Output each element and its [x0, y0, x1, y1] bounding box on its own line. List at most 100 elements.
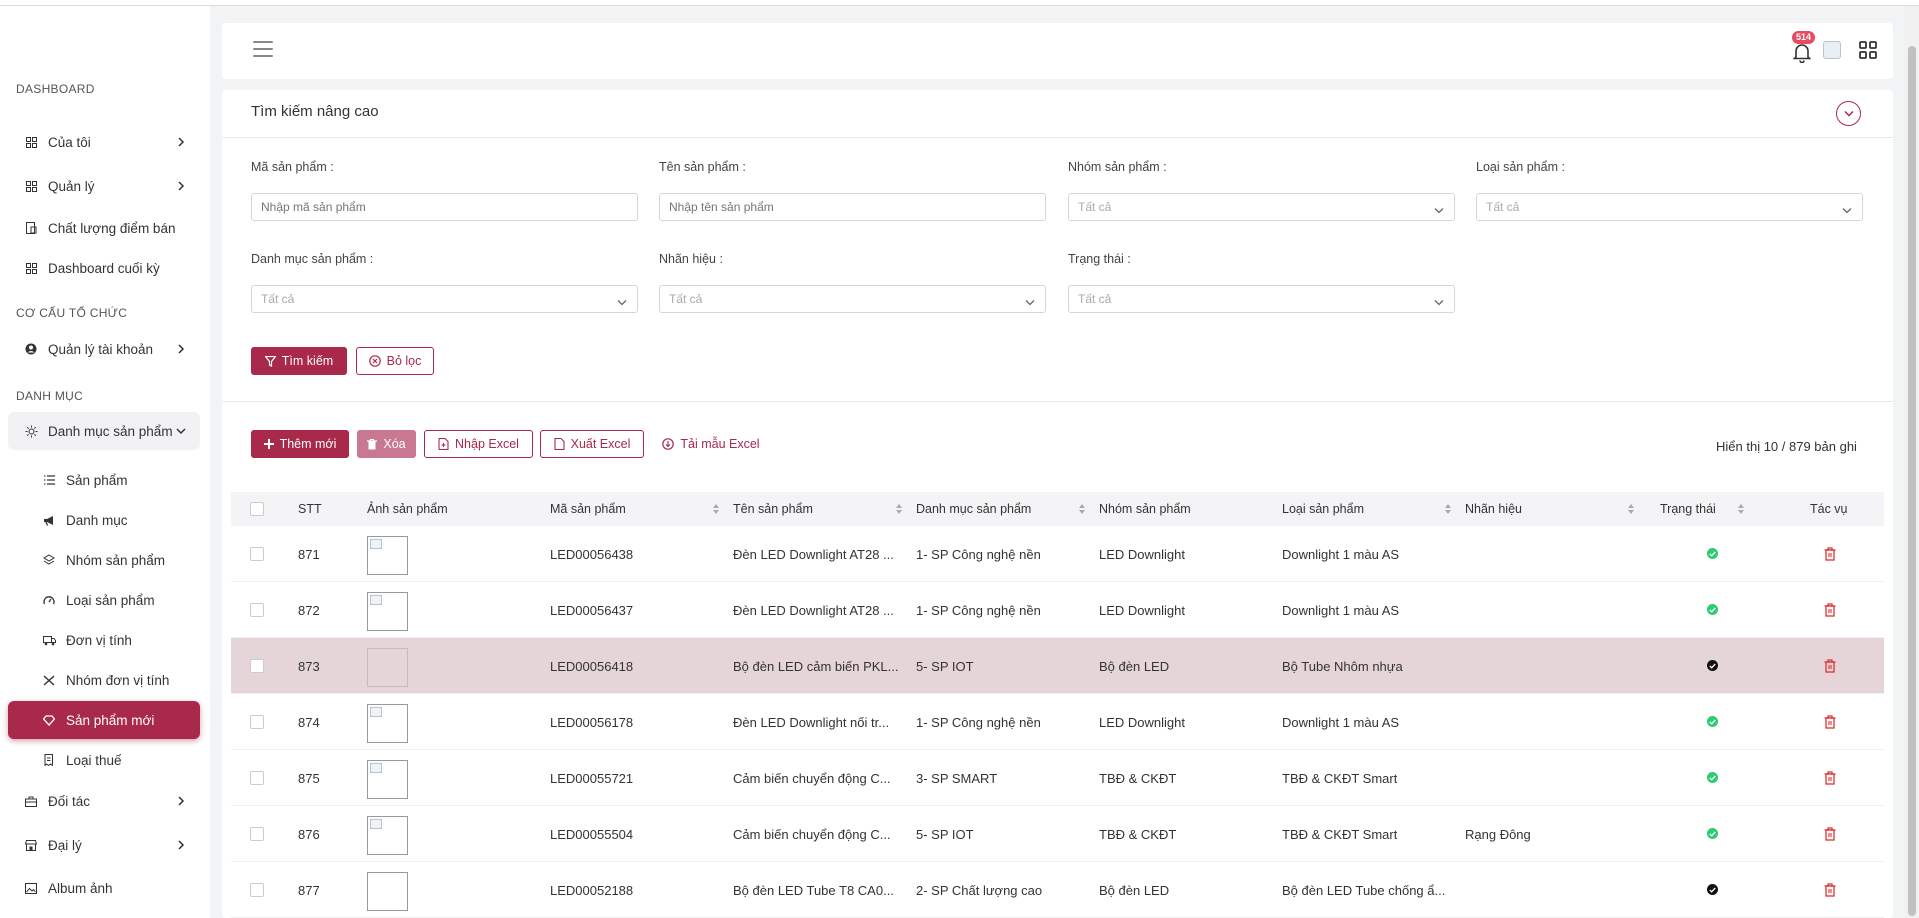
sidebar-item-album-anh[interactable]: Album ảnh: [8, 869, 200, 907]
sidebar-item-cua-toi[interactable]: Của tôi: [8, 123, 200, 161]
product-thumbnail[interactable]: [367, 648, 408, 687]
sidebar-section-co-cau-to-chuc: CƠ CẤU TỔ CHỨC: [16, 306, 128, 320]
import-excel-button[interactable]: Nhập Excel: [424, 430, 533, 458]
product-thumbnail[interactable]: [367, 592, 408, 631]
chevron-down-icon: [1842, 203, 1852, 217]
delete-row-icon[interactable]: [1824, 771, 1836, 785]
scrollbar[interactable]: [1905, 6, 1919, 918]
sidebar-item-doi-tac[interactable]: Đối tác: [8, 782, 200, 820]
sort-icon[interactable]: [1444, 503, 1452, 515]
row-checkbox[interactable]: [250, 603, 264, 617]
product-thumbnail[interactable]: [367, 760, 408, 799]
delete-row-icon[interactable]: [1824, 547, 1836, 561]
divider: [222, 137, 1893, 138]
product-thumbnail[interactable]: [367, 816, 408, 855]
cell-name: Đèn LED Downlight AT28 ...: [733, 602, 894, 618]
scrollbar-thumb[interactable]: [1908, 46, 1916, 916]
row-checkbox[interactable]: [250, 715, 264, 729]
sort-icon[interactable]: [895, 503, 903, 515]
column-header-name[interactable]: Tên sản phẩm: [733, 492, 813, 526]
cell-name: Bộ đèn LED Tube T8 CA0...: [733, 882, 894, 898]
column-header-category[interactable]: Danh mục sản phẩm: [916, 492, 1031, 526]
bell-icon[interactable]: [1791, 41, 1813, 64]
table-row[interactable]: 874 LED00056178 Đèn LED Downlight nối tr..…: [231, 694, 1884, 750]
sidebar-item-san-pham-moi[interactable]: Sản phẩm mới: [8, 701, 200, 739]
avatar[interactable]: [1823, 41, 1841, 59]
status-active-icon: [1707, 604, 1718, 615]
broken-image-icon: [370, 819, 382, 829]
cell-type: Downlight 1 màu AS: [1282, 714, 1400, 730]
sort-icon[interactable]: [1627, 503, 1635, 515]
download-template-button[interactable]: Tải mẫu Excel: [655, 430, 767, 458]
brand-select[interactable]: Tất cả: [659, 285, 1046, 313]
delete-row-icon[interactable]: [1824, 659, 1836, 673]
delete-row-icon[interactable]: [1824, 827, 1836, 841]
product-thumbnail[interactable]: [367, 536, 408, 575]
row-checkbox[interactable]: [250, 883, 264, 897]
row-checkbox[interactable]: [250, 547, 264, 561]
product-group-select[interactable]: Tất cả: [1068, 193, 1455, 221]
product-name-input[interactable]: [659, 193, 1046, 221]
sort-icon[interactable]: [712, 503, 720, 515]
product-thumbnail[interactable]: [367, 872, 408, 911]
top-header: 514: [222, 23, 1893, 79]
column-header-status[interactable]: Trạng thái: [1660, 492, 1716, 526]
cell-code: LED00056438: [550, 546, 634, 562]
cell-category: 1- SP Công nghệ nền: [916, 714, 1041, 730]
row-checkbox[interactable]: [250, 771, 264, 785]
column-header-brand[interactable]: Nhãn hiệu: [1465, 492, 1522, 526]
sidebar-item-san-pham[interactable]: Sản phẩm: [8, 461, 200, 499]
export-excel-button[interactable]: Xuất Excel: [540, 430, 644, 458]
table-row[interactable]: 876 LED00055504 Cảm biến chuyển động C... 5…: [231, 806, 1884, 862]
sidebar-item-nhom-san-pham[interactable]: Nhóm sản phẩm: [8, 541, 200, 579]
product-category-select[interactable]: Tất cả: [251, 285, 638, 313]
cell-stt: 871: [298, 546, 320, 562]
product-code-input[interactable]: [251, 193, 638, 221]
sort-icon[interactable]: [1078, 503, 1086, 515]
table-row[interactable]: 872 LED00056437 Đèn LED Downlight AT28 ...…: [231, 582, 1884, 638]
add-button-label: Thêm mới: [279, 437, 337, 451]
sidebar-item-dai-ly[interactable]: Đại lý: [8, 826, 200, 864]
delete-row-icon[interactable]: [1824, 715, 1836, 729]
sidebar-item-loai-san-pham[interactable]: Loại sản phẩm: [8, 581, 200, 619]
sidebar-item-quan-ly-tai-khoan[interactable]: Quản lý tài khoản: [8, 330, 200, 368]
chevron-right-icon: [174, 794, 188, 808]
dashboard-grid-icon: [24, 135, 38, 149]
apps-grid-icon[interactable]: [1858, 40, 1878, 60]
download-circle-icon: [662, 438, 675, 450]
broken-image-icon: [370, 763, 382, 773]
column-header-code[interactable]: Mã sản phẩm: [550, 492, 626, 526]
column-header-stt: STT: [298, 502, 322, 516]
sidebar-item-quan-ly[interactable]: Quản lý: [8, 167, 200, 205]
table-row[interactable]: 875 LED00055721 Cảm biến chuyển động C... 3…: [231, 750, 1884, 806]
chevron-right-icon: [174, 135, 188, 149]
search-button[interactable]: Tìm kiếm: [251, 347, 347, 375]
product-thumbnail[interactable]: [367, 704, 408, 743]
status-select[interactable]: Tất cả: [1068, 285, 1455, 313]
sidebar-item-don-vi-tinh[interactable]: Đơn vị tính: [8, 621, 200, 659]
row-checkbox[interactable]: [250, 659, 264, 673]
collapse-search-button[interactable]: [1836, 101, 1861, 126]
sidebar-item-dashboard-cuoi-ky[interactable]: Dashboard cuối kỳ: [8, 249, 200, 287]
delete-row-icon[interactable]: [1824, 603, 1836, 617]
hamburger-menu-icon[interactable]: [253, 41, 273, 57]
product-type-select[interactable]: Tất cả: [1476, 193, 1863, 221]
row-checkbox[interactable]: [250, 827, 264, 841]
select-all-checkbox[interactable]: [250, 502, 264, 516]
table-row[interactable]: 873 LED00056418 Bộ đèn LED cảm biến PKL...…: [231, 638, 1884, 694]
sidebar-item-nhom-don-vi-tinh[interactable]: Nhóm đơn vị tính: [8, 661, 200, 699]
delete-row-icon[interactable]: [1824, 883, 1836, 897]
sidebar-item-chat-luong-diem-ban[interactable]: Chất lượng điểm bán: [8, 209, 200, 247]
sidebar-item-loai-thue[interactable]: Loại thuế: [8, 741, 200, 779]
column-header-type[interactable]: Loại sản phẩm: [1282, 492, 1364, 526]
sort-icon[interactable]: [1737, 503, 1745, 515]
reset-filter-button[interactable]: Bỏ lọc: [356, 347, 434, 375]
table-row[interactable]: 877 LED00052188 Bộ đèn LED Tube T8 CA0... 2…: [231, 862, 1884, 918]
table-row[interactable]: 871 LED00056438 Đèn LED Downlight AT28 ...…: [231, 526, 1884, 582]
sidebar-item-label: Album ảnh: [48, 880, 113, 896]
sidebar-item-danh-muc[interactable]: Danh mục: [8, 501, 200, 539]
delete-button[interactable]: Xóa: [357, 430, 416, 458]
sidebar-item-label: Của tôi: [48, 134, 91, 150]
add-new-button[interactable]: Thêm mới: [251, 430, 349, 458]
sidebar-item-danh-muc-san-pham[interactable]: Danh mục sản phẩm: [8, 412, 200, 450]
